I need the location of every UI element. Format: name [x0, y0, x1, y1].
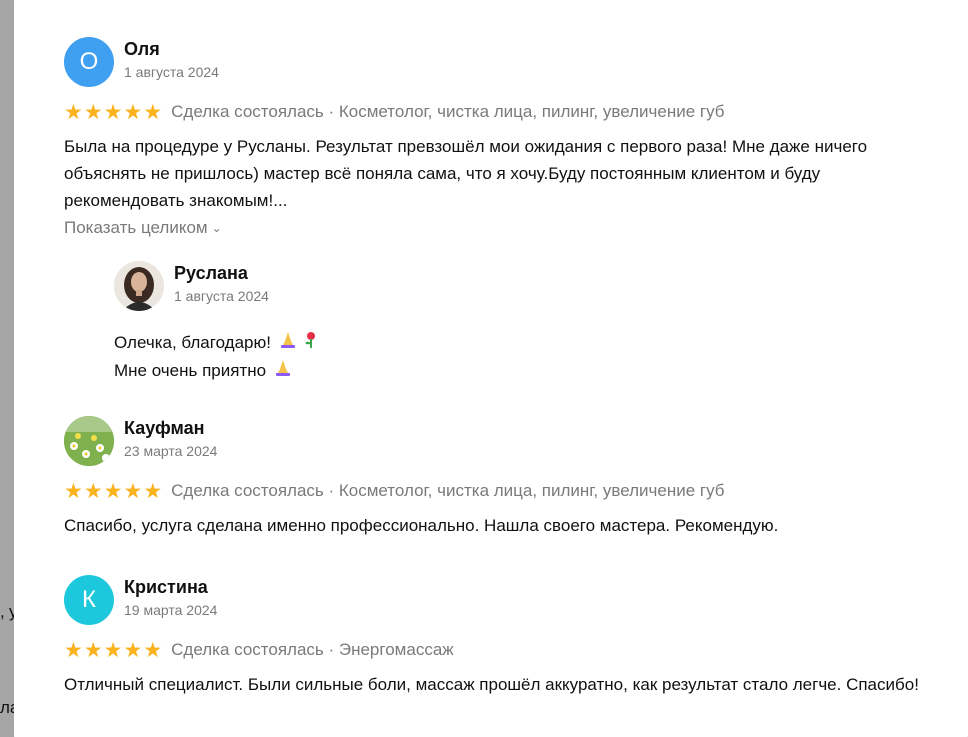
rose-icon [304, 330, 318, 357]
reply-header: Руслана 1 августа 2024 [114, 261, 874, 313]
reply-text: Олечка, благодарю! Мне очень приятно [114, 329, 874, 385]
praying-hands-icon [274, 358, 292, 385]
reply-line: Олечка, благодарю! [114, 333, 271, 352]
star-icon: ★ [123, 479, 143, 503]
star-icon: ★ [143, 100, 163, 124]
review-card: О Оля 1 августа 2024 ★ ★ ★ ★ ★ Сделка со… [64, 37, 944, 238]
review-header: Кауфман 23 марта 2024 [64, 416, 944, 468]
star-icon: ★ [64, 100, 83, 124]
star-icon: ★ [83, 100, 103, 124]
review-date: 23 марта 2024 [124, 443, 218, 459]
review-date: 1 августа 2024 [124, 64, 219, 80]
review-text: Была на процедуре у Русланы. Результат п… [64, 137, 868, 210]
deal-info: Сделка состоялась · Косметолог, чистка л… [171, 102, 725, 121]
master-reply: Руслана 1 августа 2024 Олечка, благодарю… [114, 261, 874, 385]
star-icon: ★ [103, 638, 123, 662]
star-icon: ★ [83, 638, 103, 662]
review-card: Кауфман 23 марта 2024 ★ ★ ★ ★ ★ Сделка с… [64, 416, 944, 539]
praying-hands-icon [279, 330, 297, 357]
deal-info: Сделка состоялась · Косметолог, чистка л… [171, 481, 725, 500]
star-icon: ★ [64, 638, 83, 662]
star-icon: ★ [123, 100, 143, 124]
reviewer-name[interactable]: Кристина [124, 577, 208, 598]
review-card: К Кристина 19 марта 2024 ★ ★ ★ ★ ★ Сделк… [64, 575, 944, 698]
master-photo-icon [114, 261, 164, 311]
avatar: О [64, 37, 114, 87]
reviews-panel: О Оля 1 августа 2024 ★ ★ ★ ★ ★ Сделка со… [14, 0, 968, 737]
background-text-fragment: , [0, 602, 5, 621]
show-more-button[interactable]: Показать целиком ⌄ [64, 218, 944, 238]
rating-stars: ★ ★ ★ ★ ★ [64, 481, 163, 502]
rating-stars: ★ ★ ★ ★ ★ [64, 102, 163, 123]
star-icon: ★ [83, 479, 103, 503]
reply-date: 1 августа 2024 [174, 288, 269, 304]
star-icon: ★ [123, 638, 143, 662]
chevron-down-icon: ⌄ [211, 221, 222, 235]
star-icon: ★ [103, 100, 123, 124]
star-icon: ★ [64, 479, 83, 503]
review-meta: ★ ★ ★ ★ ★ Сделка состоялась · Косметолог… [64, 478, 944, 504]
reviewer-name[interactable]: Кауфман [124, 418, 204, 439]
avatar: К [64, 575, 114, 625]
review-date: 19 марта 2024 [124, 602, 218, 618]
review-text: Спасибо, услуга сделана именно профессио… [64, 516, 779, 535]
review-header: К Кристина 19 марта 2024 [64, 575, 944, 627]
reviewer-name[interactable]: Оля [124, 39, 160, 60]
review-header: О Оля 1 августа 2024 [64, 37, 944, 89]
review-text: Отличный специалист. Были сильные боли, … [64, 675, 919, 694]
deal-info: Сделка состоялась · Энергомассаж [171, 640, 454, 659]
star-icon: ★ [103, 479, 123, 503]
avatar [114, 261, 164, 311]
rating-stars: ★ ★ ★ ★ ★ [64, 640, 163, 661]
flowers-photo-icon [64, 416, 114, 466]
reply-line: Мне очень приятно [114, 361, 267, 381]
review-meta: ★ ★ ★ ★ ★ Сделка состоялась · Энергомасс… [64, 637, 944, 663]
review-meta: ★ ★ ★ ★ ★ Сделка состоялась · Косметолог… [64, 99, 944, 125]
avatar [64, 416, 114, 466]
star-icon: ★ [143, 638, 163, 662]
avatar-initial: О [79, 48, 99, 75]
star-icon: ★ [143, 479, 163, 503]
show-more-label: Показать целиком [64, 218, 208, 237]
avatar-initial: К [82, 586, 96, 613]
master-name[interactable]: Руслана [174, 263, 248, 284]
